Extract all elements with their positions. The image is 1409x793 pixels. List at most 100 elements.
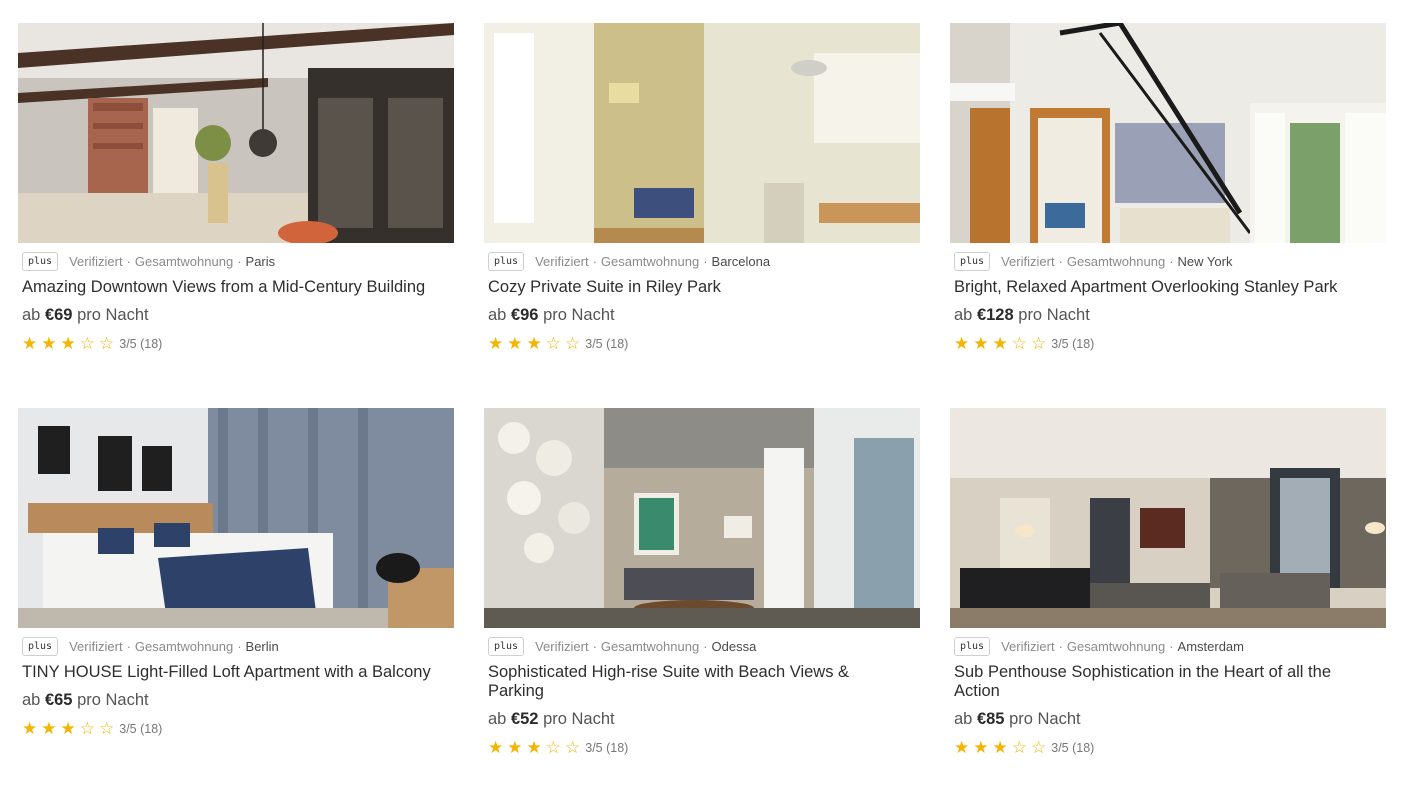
- separator-dot: ·: [703, 253, 708, 269]
- price-suffix: pro Nacht: [1009, 710, 1081, 728]
- price-prefix: ab: [22, 691, 41, 709]
- star-empty-icon: ☆: [545, 334, 561, 353]
- price-prefix: ab: [488, 710, 507, 728]
- verified-label: Verifiziert: [1001, 253, 1055, 269]
- listing-title[interactable]: Amazing Downtown Views from a Mid-Centur…: [18, 278, 438, 297]
- separator-dot: ·: [1058, 253, 1063, 269]
- plus-badge: plus: [22, 636, 59, 656]
- star-filled-icon: ★: [526, 738, 542, 757]
- separator-dot: ·: [126, 253, 131, 269]
- kitchen-photo: [18, 23, 454, 243]
- rating-text: 3/5 (18): [585, 741, 629, 755]
- city-label: Amsterdam: [1177, 638, 1244, 654]
- star-filled-icon: ★: [507, 738, 523, 757]
- price-amount: €96: [510, 306, 539, 324]
- listing-meta: plus Verifiziert · Gesamtwohnung · Paris: [18, 251, 454, 271]
- plus-badge: plus: [954, 251, 991, 271]
- separator-dot: ·: [592, 253, 597, 269]
- listing-card[interactable]: plus Verifiziert · Gesamtwohnung · Amste…: [950, 408, 1386, 793]
- star-filled-icon: ★: [60, 719, 76, 738]
- star-filled-icon: ★: [488, 334, 504, 353]
- listing-meta: plus Verifiziert · Gesamtwohnung · Berli…: [18, 636, 454, 656]
- listing-meta: plus Verifiziert · Gesamtwohnung · Barce…: [484, 251, 920, 271]
- price-prefix: ab: [954, 306, 973, 324]
- separator-dot: ·: [592, 638, 597, 654]
- rating-text: 3/5 (18): [585, 337, 629, 351]
- listing-card[interactable]: plus Verifiziert · Gesamtwohnung · Paris…: [18, 23, 454, 408]
- price-amount: €65: [44, 691, 73, 709]
- price-prefix: ab: [22, 306, 41, 324]
- listing-card[interactable]: plus Verifiziert · Gesamtwohnung · Odess…: [484, 408, 920, 793]
- listing-title[interactable]: TINY HOUSE Light-Filled Loft Apartment w…: [18, 663, 438, 682]
- listing-title[interactable]: Bright, Relaxed Apartment Overlooking St…: [950, 278, 1370, 297]
- rating: ★ ★ ★ ☆ ☆ 3/5 (18): [18, 334, 454, 353]
- separator-dot: ·: [1169, 253, 1174, 269]
- listing-price: ab €96 pro Nacht: [484, 306, 920, 325]
- star-filled-icon: ★: [41, 719, 57, 738]
- verified-label: Verifiziert: [1001, 638, 1055, 654]
- city-label: Barcelona: [711, 253, 771, 269]
- price-suffix: pro Nacht: [77, 691, 149, 709]
- star-filled-icon: ★: [41, 334, 57, 353]
- star-empty-icon: ☆: [1031, 334, 1047, 353]
- star-filled-icon: ★: [60, 334, 76, 353]
- star-filled-icon: ★: [973, 738, 989, 757]
- separator-dot: ·: [237, 638, 242, 654]
- star-filled-icon: ★: [973, 334, 989, 353]
- listing-meta: plus Verifiziert · Gesamtwohnung · New Y…: [950, 251, 1386, 271]
- listing-card[interactable]: plus Verifiziert · Gesamtwohnung · Barce…: [484, 23, 920, 408]
- plus-badge: plus: [488, 636, 525, 656]
- city-label: Paris: [245, 253, 276, 269]
- rating: ★ ★ ★ ☆ ☆ 3/5 (18): [484, 738, 920, 757]
- bedroom-photo: [18, 408, 454, 628]
- rating: ★ ★ ★ ☆ ☆ 3/5 (18): [484, 334, 920, 353]
- listing-photo[interactable]: [18, 408, 454, 628]
- star-empty-icon: ☆: [1011, 334, 1027, 353]
- plus-badge: plus: [954, 636, 991, 656]
- loft-photo: [950, 23, 1386, 243]
- star-empty-icon: ☆: [79, 334, 95, 353]
- price-prefix: ab: [488, 306, 507, 324]
- listing-title[interactable]: Cozy Private Suite in Riley Park: [484, 278, 904, 297]
- plus-badge: plus: [22, 251, 59, 271]
- property-type: Gesamtwohnung: [600, 253, 700, 269]
- listing-card[interactable]: plus Verifiziert · Gesamtwohnung · New Y…: [950, 23, 1386, 408]
- listing-photo[interactable]: [18, 23, 454, 243]
- separator-dot: ·: [1169, 638, 1174, 654]
- listing-title[interactable]: Sophisticated High-rise Suite with Beach…: [484, 663, 904, 701]
- price-suffix: pro Nacht: [77, 306, 149, 324]
- separator-dot: ·: [126, 638, 131, 654]
- separator-dot: ·: [1058, 638, 1063, 654]
- listing-meta: plus Verifiziert · Gesamtwohnung · Amste…: [950, 636, 1386, 656]
- property-type: Gesamtwohnung: [600, 638, 700, 654]
- listing-price: ab €85 pro Nacht: [950, 710, 1386, 729]
- property-type: Gesamtwohnung: [134, 638, 234, 654]
- listing-photo[interactable]: [484, 408, 920, 628]
- price-amount: €52: [510, 710, 539, 728]
- listing-grid: plus Verifiziert · Gesamtwohnung · Paris…: [18, 23, 1386, 793]
- star-filled-icon: ★: [488, 738, 504, 757]
- listing-price: ab €65 pro Nacht: [18, 691, 454, 710]
- listing-photo[interactable]: [950, 23, 1386, 243]
- price-suffix: pro Nacht: [543, 306, 615, 324]
- living-room-photo: [484, 408, 920, 628]
- rating: ★ ★ ★ ☆ ☆ 3/5 (18): [950, 738, 1386, 757]
- city-label: Berlin: [245, 638, 279, 654]
- listing-photo[interactable]: [950, 408, 1386, 628]
- star-filled-icon: ★: [22, 334, 38, 353]
- star-empty-icon: ☆: [545, 738, 561, 757]
- star-filled-icon: ★: [954, 334, 970, 353]
- verified-label: Verifiziert: [535, 253, 589, 269]
- listing-photo[interactable]: [484, 23, 920, 243]
- price-amount: €85: [976, 710, 1005, 728]
- verified-label: Verifiziert: [535, 638, 589, 654]
- plus-badge: plus: [488, 251, 525, 271]
- listing-title[interactable]: Sub Penthouse Sophistication in the Hear…: [950, 663, 1370, 701]
- rating: ★ ★ ★ ☆ ☆ 3/5 (18): [18, 719, 454, 738]
- star-empty-icon: ☆: [79, 719, 95, 738]
- star-empty-icon: ☆: [565, 738, 581, 757]
- listing-card[interactable]: plus Verifiziert · Gesamtwohnung · Berli…: [18, 408, 454, 793]
- price-amount: €69: [44, 306, 73, 324]
- rating-text: 3/5 (18): [1051, 337, 1095, 351]
- verified-label: Verifiziert: [69, 638, 123, 654]
